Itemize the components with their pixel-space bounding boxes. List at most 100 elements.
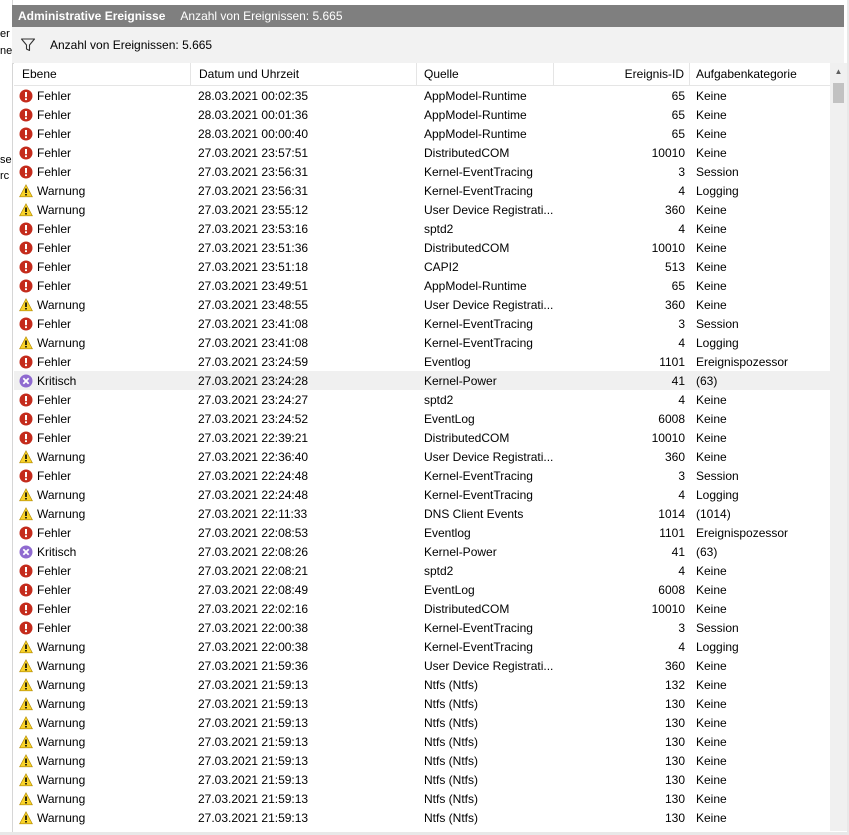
row-event-id: 130 [664,753,685,768]
error-icon [19,602,33,616]
error-icon [19,431,33,445]
filter-icon[interactable] [19,36,37,54]
row-task-category: Keine [696,221,727,236]
scrollbar-thumb[interactable] [833,83,844,103]
scroll-up-icon[interactable]: ▲ [830,63,847,80]
row-source: Kernel-EventTracing [424,620,533,635]
table-row[interactable]: Kritisch 27.03.2021 22:08:26 Kernel-Power 4… [14,542,830,561]
row-date: 27.03.2021 22:08:49 [198,582,309,597]
row-event-id: 3 [678,620,685,635]
row-task-category: Keine [696,411,727,426]
level-label: Fehler [37,145,72,160]
table-row[interactable]: Warnung 27.03.2021 23:48:55 User Device Re… [14,295,830,314]
table-row[interactable]: Warnung 27.03.2021 22:24:48 Kernel-EventTr… [14,485,830,504]
level-label: Fehler [37,259,72,274]
row-level: Warnung [19,808,189,827]
table-row[interactable]: Warnung 27.03.2021 21:59:36 User Device Re… [14,656,830,675]
row-level: Warnung [19,675,189,694]
row-event-id: 4 [678,487,685,502]
column-header-task-category[interactable]: Aufgabenkategorie [690,63,830,85]
table-row[interactable]: Fehler 27.03.2021 23:56:31 Kernel-EventTra… [14,162,830,181]
table-row[interactable]: Warnung 27.03.2021 22:11:33 DNS Client Eve… [14,504,830,523]
level-label: Fehler [37,107,72,122]
row-task-category: Keine [696,715,727,730]
table-row[interactable]: Fehler 27.03.2021 23:24:59 Eventlog 1101 Ere… [14,352,830,371]
row-date: 27.03.2021 22:00:38 [198,639,309,654]
row-source: Ntfs (Ntfs) [424,677,478,692]
table-row[interactable]: Fehler 28.03.2021 00:02:35 AppModel-Runtim… [14,86,830,105]
table-row[interactable]: Fehler 27.03.2021 23:51:36 DistributedCOM 1… [14,238,830,257]
table-row[interactable]: Fehler 27.03.2021 22:08:53 Eventlog 1101 Ere… [14,523,830,542]
column-header-source[interactable]: Quelle [417,63,554,85]
table-row[interactable]: Fehler 27.03.2021 23:51:18 CAPI2 513 Keine [14,257,830,276]
table-row[interactable]: Warnung 27.03.2021 22:36:40 User Device Re… [14,447,830,466]
row-date: 28.03.2021 00:01:36 [198,107,309,122]
table-row[interactable]: Fehler 27.03.2021 23:24:52 EventLog 6008 Kei… [14,409,830,428]
table-row[interactable]: Warnung 27.03.2021 21:59:13 Ntfs (Ntfs) 130… [14,808,830,827]
table-row[interactable]: Fehler 27.03.2021 23:41:08 Kernel-EventTra… [14,314,830,333]
error-icon [19,222,33,236]
error-icon [19,241,33,255]
row-level: Fehler [19,580,189,599]
table-row[interactable]: Fehler 27.03.2021 23:57:51 DistributedCOM 1… [14,143,830,162]
row-source: Eventlog [424,525,471,540]
table-row[interactable]: Warnung 27.03.2021 21:59:13 Ntfs (Ntfs) 130… [14,713,830,732]
table-row[interactable]: Warnung 27.03.2021 21:59:13 Ntfs (Ntfs) 130… [14,732,830,751]
row-source: Ntfs (Ntfs) [424,772,478,787]
view-title: Administrative Ereignisse [18,9,166,23]
row-task-category: Keine [696,658,727,673]
table-row[interactable]: Fehler 28.03.2021 00:01:36 AppModel-Runtim… [14,105,830,124]
row-level: Warnung [19,732,189,751]
row-date: 27.03.2021 21:59:36 [198,658,309,673]
row-source: AppModel-Runtime [424,88,527,103]
error-icon [19,89,33,103]
table-row[interactable]: Warnung 27.03.2021 22:00:38 Kernel-EventTr… [14,637,830,656]
row-task-category: Logging [696,487,739,502]
error-icon [19,127,33,141]
table-row[interactable]: Fehler 27.03.2021 22:24:48 Kernel-EventTra… [14,466,830,485]
row-source: Kernel-EventTracing [424,316,533,331]
table-row[interactable]: Fehler 27.03.2021 23:24:27 sptd2 4 Keine [14,390,830,409]
error-icon [19,526,33,540]
table-row[interactable]: Fehler 27.03.2021 22:08:49 EventLog 6008 Kei… [14,580,830,599]
table-row[interactable]: Warnung 27.03.2021 21:59:13 Ntfs (Ntfs) 132… [14,675,830,694]
table-row[interactable]: Fehler 27.03.2021 22:00:38 Kernel-EventTra… [14,618,830,637]
column-header-event-id[interactable]: Ereignis-ID [554,63,690,85]
row-event-id: 130 [664,791,685,806]
row-source: Ntfs (Ntfs) [424,715,478,730]
table-row[interactable]: Warnung 27.03.2021 21:59:13 Ntfs (Ntfs) 130… [14,789,830,808]
table-row[interactable]: Warnung 27.03.2021 21:59:13 Ntfs (Ntfs) 130… [14,751,830,770]
table-row[interactable]: Kritisch 27.03.2021 23:24:28 Kernel-Power 4… [14,371,830,390]
row-event-id: 10010 [651,430,685,445]
table-row[interactable]: Fehler 28.03.2021 00:00:40 AppModel-Runtim… [14,124,830,143]
row-source: Kernel-EventTracing [424,487,533,502]
vertical-scrollbar[interactable]: ▲ [830,63,847,831]
warning-icon [19,696,33,711]
row-task-category: Keine [696,582,727,597]
row-task-category: Keine [696,202,727,217]
row-level: Fehler [19,428,189,447]
table-row[interactable]: Warnung 27.03.2021 23:41:08 Kernel-EventTr… [14,333,830,352]
table-row[interactable]: Fehler 27.03.2021 22:39:21 DistributedCOM 1… [14,428,830,447]
row-event-id: 360 [664,202,685,217]
row-source: Kernel-Power [424,373,497,388]
row-event-id: 4 [678,639,685,654]
row-source: sptd2 [424,392,454,407]
column-header-date[interactable]: Datum und Uhrzeit [191,63,417,85]
column-header-level[interactable]: Ebene [14,63,191,85]
table-row[interactable]: Fehler 27.03.2021 23:49:51 AppModel-Runtim… [14,276,830,295]
row-date: 27.03.2021 22:08:21 [198,563,309,578]
row-level: Fehler [19,561,189,580]
row-event-id: 3 [678,164,685,179]
error-icon [19,146,33,160]
table-row[interactable]: Fehler 27.03.2021 23:53:16 sptd2 4 Keine [14,219,830,238]
table-row[interactable]: Warnung 27.03.2021 23:55:12 User Device Re… [14,200,830,219]
table-row[interactable]: Warnung 27.03.2021 21:59:13 Ntfs (Ntfs) 130… [14,694,830,713]
table-row[interactable]: Warnung 27.03.2021 23:56:31 Kernel-EventTr… [14,181,830,200]
table-row[interactable]: Fehler 27.03.2021 22:08:21 sptd2 4 Keine [14,561,830,580]
table-row[interactable]: Warnung 27.03.2021 21:59:13 Ntfs (Ntfs) 130… [14,770,830,789]
nav-fragment: ne [0,45,13,57]
row-event-id: 130 [664,734,685,749]
row-date: 27.03.2021 22:00:38 [198,620,309,635]
table-row[interactable]: Fehler 27.03.2021 22:02:16 DistributedCOM 1… [14,599,830,618]
